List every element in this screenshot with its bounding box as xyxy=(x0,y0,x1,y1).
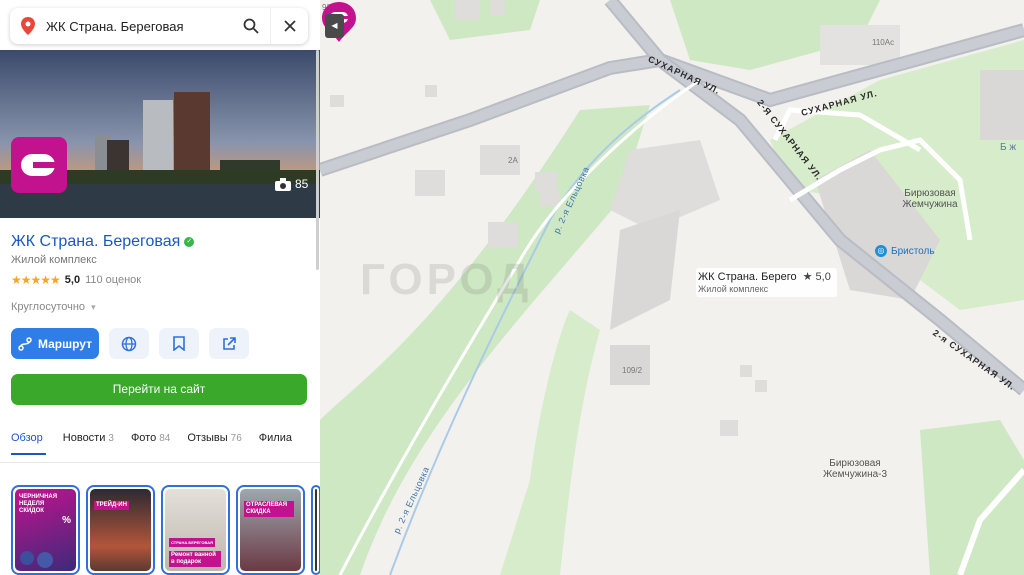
photo-count-value: 85 xyxy=(295,177,309,191)
brand-logo xyxy=(11,137,67,193)
rating-value: 5,0 xyxy=(64,274,81,286)
bookmark-icon xyxy=(173,336,185,351)
tab-reviews[interactable]: Отзывы 76 xyxy=(187,423,241,451)
story-card[interactable]: СТРАНА.БЕРЕГОВАЯ Ремонт ванной в подарок xyxy=(161,485,230,575)
building-number: 2А xyxy=(508,156,518,165)
collapse-panel-button[interactable]: ◀ xyxy=(325,14,344,38)
place-label[interactable]: Бирюзовая Жемчужина xyxy=(880,188,980,210)
marker-label[interactable]: ЖК Страна. Берего ★ 5,0 Жилой комплекс xyxy=(696,268,837,297)
camera-icon xyxy=(275,177,291,191)
hours-text: Круглосуточно xyxy=(11,301,86,313)
share-icon xyxy=(223,336,236,350)
poi-bristol[interactable]: ◎ Бристоль xyxy=(875,245,935,257)
search-button[interactable] xyxy=(232,8,270,44)
tab-bar: Обзор Новости 3 Фото 84 Отзывы 76 Филиа xyxy=(0,423,320,463)
edge-place-label: Б ж xyxy=(1000,142,1017,153)
bookmark-button[interactable] xyxy=(159,328,199,359)
search-icon xyxy=(243,18,259,34)
marker-title: ЖК Страна. Берего xyxy=(698,271,797,283)
stories-carousel: ЧЕРНИЧНАЯ НЕДЕЛЯ СКИДОК % ТРЕЙД-ИН СТРАН… xyxy=(11,485,320,575)
rating-stars: ★★★★★ xyxy=(11,273,61,287)
marker-rating: ★ 5,0 xyxy=(802,271,831,283)
route-button[interactable]: Маршрут xyxy=(11,328,99,359)
tab-overview[interactable]: Обзор xyxy=(11,423,46,455)
clear-search-button[interactable] xyxy=(270,8,308,44)
place-label[interactable]: Бирюзовая Жемчужина-3 xyxy=(810,458,900,480)
tab-photos[interactable]: Фото 84 xyxy=(131,423,170,451)
route-label: Маршрут xyxy=(37,336,93,351)
website-globe-button[interactable] xyxy=(109,328,149,359)
working-hours[interactable]: Круглосуточно ▾ xyxy=(11,301,96,313)
place-title-text: ЖК Страна. Береговая xyxy=(11,233,181,250)
story-card[interactable]: ЧЕРНИЧНАЯ НЕДЕЛЯ СКИДОК % xyxy=(11,485,80,575)
story-card[interactable]: ОТРАСЛЕВАЯ СКИДКА xyxy=(236,485,305,575)
place-title: ЖК Страна. Береговая ✓ xyxy=(11,233,195,251)
action-buttons: Маршрут xyxy=(11,328,249,359)
shop-icon: ◎ xyxy=(875,245,887,257)
search-input[interactable]: ЖК Страна. Береговая xyxy=(46,19,232,34)
close-icon xyxy=(283,20,296,32)
location-pin-icon xyxy=(10,8,46,44)
share-button[interactable] xyxy=(209,328,249,359)
story-card[interactable]: ТРЕЙД-ИН xyxy=(86,485,155,575)
reviews-count[interactable]: 110 оценок xyxy=(85,274,141,286)
route-icon xyxy=(18,336,32,351)
marker-subtitle: Жилой комплекс xyxy=(698,284,769,294)
building-number: 110Ас xyxy=(872,38,895,47)
chevron-down-icon: ▾ xyxy=(91,302,96,312)
rating-row[interactable]: ★★★★★ 5,0 110 оценок xyxy=(11,273,141,287)
building-number: 109/2 xyxy=(622,366,643,375)
tab-news[interactable]: Новости 3 xyxy=(63,423,114,451)
search-bar[interactable]: ЖК Страна. Береговая xyxy=(10,8,308,44)
place-panel: ЖК Страна. Береговая 85 ЖК Страна. Берег… xyxy=(0,0,320,575)
go-to-website-button[interactable]: Перейти на сайт xyxy=(11,374,307,405)
story-card[interactable] xyxy=(311,485,320,575)
poi-label: Бристоль xyxy=(891,245,935,257)
map-watermark: ГОРОД xyxy=(360,255,533,304)
panel-scrollbar[interactable] xyxy=(316,50,319,270)
verified-icon: ✓ xyxy=(184,237,195,247)
place-category: Жилой комплекс xyxy=(11,254,97,266)
photo-count[interactable]: 85 xyxy=(275,177,308,191)
tab-branches[interactable]: Филиа xyxy=(259,423,295,451)
map-view[interactable]: ГОРОД СУХАРНАЯ УЛ. 2-Я СУХАРНАЯ УЛ. 2-я … xyxy=(320,0,1024,575)
globe-icon xyxy=(121,336,137,351)
